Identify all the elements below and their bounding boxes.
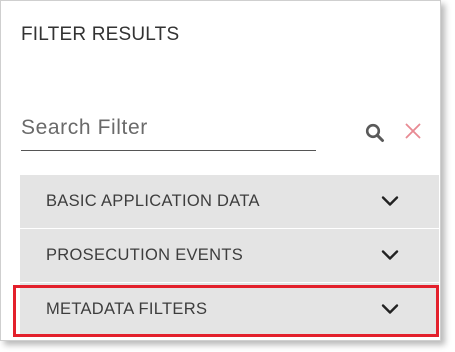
- filter-accordion: BASIC APPLICATION DATA PROSECUTION EVENT…: [20, 175, 439, 337]
- accordion-item-basic-application-data[interactable]: BASIC APPLICATION DATA: [20, 175, 439, 229]
- filter-results-panel: FILTER RESULTS BASIC APPLICATION DATA PR…: [0, 0, 441, 341]
- search-field[interactable]: [21, 107, 316, 151]
- accordion-item-metadata-filters[interactable]: METADATA FILTERS: [20, 283, 439, 337]
- close-icon[interactable]: [404, 122, 422, 140]
- search-icon[interactable]: [365, 123, 385, 143]
- chevron-down-icon[interactable]: [381, 195, 399, 207]
- search-input[interactable]: [21, 111, 316, 145]
- chevron-down-icon[interactable]: [381, 249, 399, 261]
- accordion-item-label: BASIC APPLICATION DATA: [46, 192, 260, 210]
- accordion-item-label: METADATA FILTERS: [46, 300, 208, 318]
- accordion-item-label: PROSECUTION EVENTS: [46, 246, 244, 264]
- accordion-item-prosecution-events[interactable]: PROSECUTION EVENTS: [20, 229, 439, 283]
- panel-title: FILTER RESULTS: [21, 24, 180, 45]
- chevron-down-icon[interactable]: [381, 303, 399, 315]
